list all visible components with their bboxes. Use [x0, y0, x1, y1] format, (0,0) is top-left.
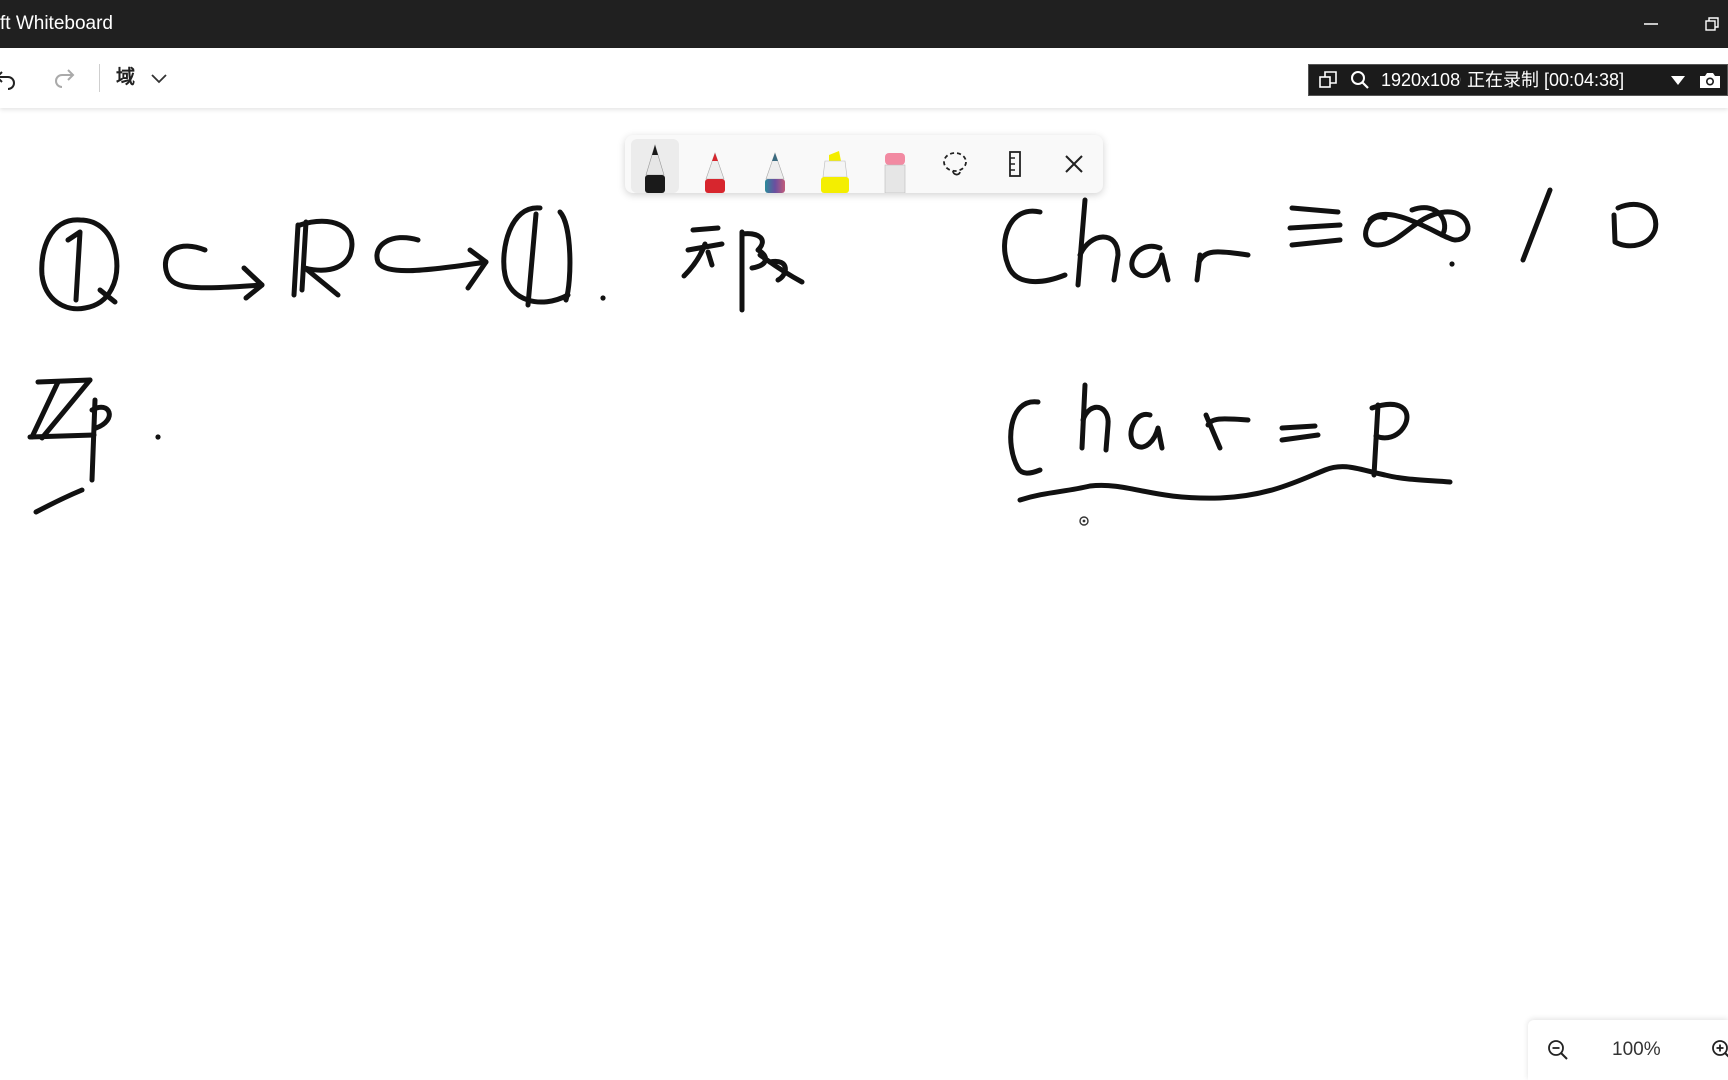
- zoom-in-icon: [1712, 1040, 1728, 1058]
- zoom-in-button[interactable]: [1706, 1034, 1728, 1066]
- region-select-icon: [1319, 71, 1337, 88]
- recorder-search-button[interactable]: [1349, 69, 1371, 91]
- window-title: ft Whiteboard: [0, 13, 113, 34]
- ruler-button[interactable]: [998, 147, 1032, 181]
- ink-circled-one: [39, 217, 120, 312]
- eraser-icon: [884, 153, 906, 193]
- whiteboard-canvas[interactable]: [0, 108, 1728, 1080]
- ruler-icon: [1009, 151, 1021, 177]
- ink-arrow-1: [162, 243, 265, 301]
- zoom-level: 100%: [1612, 1039, 1661, 1060]
- title-bar: ft Whiteboard: [0, 0, 1728, 48]
- recorder-menu-button[interactable]: [1667, 69, 1689, 91]
- ink-arrow-2: [374, 235, 489, 291]
- screenshot-button[interactable]: [1699, 69, 1721, 91]
- ink-letter-r: [291, 218, 355, 298]
- page-selector-label[interactable]: 域: [116, 62, 135, 94]
- pen-black-tool[interactable]: [631, 139, 679, 193]
- close-icon: [1065, 155, 1083, 173]
- pen-galaxy-tool[interactable]: [751, 139, 799, 193]
- undo-button[interactable]: [0, 62, 22, 94]
- minimize-button[interactable]: [1626, 0, 1676, 48]
- lasso-select-icon: [943, 152, 967, 176]
- pen-icon: [765, 152, 785, 193]
- pen-red-tool[interactable]: [691, 139, 739, 193]
- redo-button[interactable]: [48, 62, 80, 94]
- camera-icon: [1700, 73, 1720, 88]
- close-ink-toolbar-button[interactable]: [1057, 147, 1091, 181]
- caret-down-icon: [1671, 76, 1685, 85]
- ink-zp: [27, 377, 112, 515]
- pen-icon: [645, 143, 665, 193]
- zoom-control: 100%: [1528, 1020, 1728, 1080]
- region-icon[interactable]: [1317, 69, 1339, 91]
- ink-char-p: [1008, 382, 1453, 503]
- minimize-icon: [1644, 23, 1658, 25]
- pen-icon: [705, 152, 725, 193]
- redo-icon: [55, 69, 75, 88]
- undo-icon: [0, 71, 15, 90]
- ink-char-infinity: [1002, 187, 1659, 288]
- zoom-out-button[interactable]: [1542, 1034, 1574, 1066]
- highlighter-yellow-tool[interactable]: [811, 139, 859, 193]
- lasso-select-button[interactable]: [938, 147, 972, 181]
- highlighter-icon: [821, 151, 849, 193]
- ink-wuxian: [681, 225, 805, 313]
- ink-letter-c: [501, 205, 573, 308]
- zoom-out-icon: [1548, 1040, 1568, 1060]
- eraser-tool[interactable]: [871, 139, 919, 193]
- page-selector-dropdown[interactable]: [143, 62, 175, 94]
- restore-icon: [1705, 17, 1719, 31]
- restore-button[interactable]: [1696, 0, 1728, 48]
- toolbar-divider: [99, 64, 100, 92]
- recording-status: 正在录制 [00:04:38]: [1467, 70, 1625, 90]
- recording-resolution: 1920x1080: [1381, 70, 1461, 90]
- screen-recorder-bar: 1920x1080 正在录制 [00:04:38]: [1308, 64, 1728, 96]
- ink-strokes: [27, 187, 1659, 526]
- search-icon: [1351, 71, 1369, 89]
- chevron-down-icon: [151, 74, 167, 84]
- ink-toolbar: [625, 135, 1103, 193]
